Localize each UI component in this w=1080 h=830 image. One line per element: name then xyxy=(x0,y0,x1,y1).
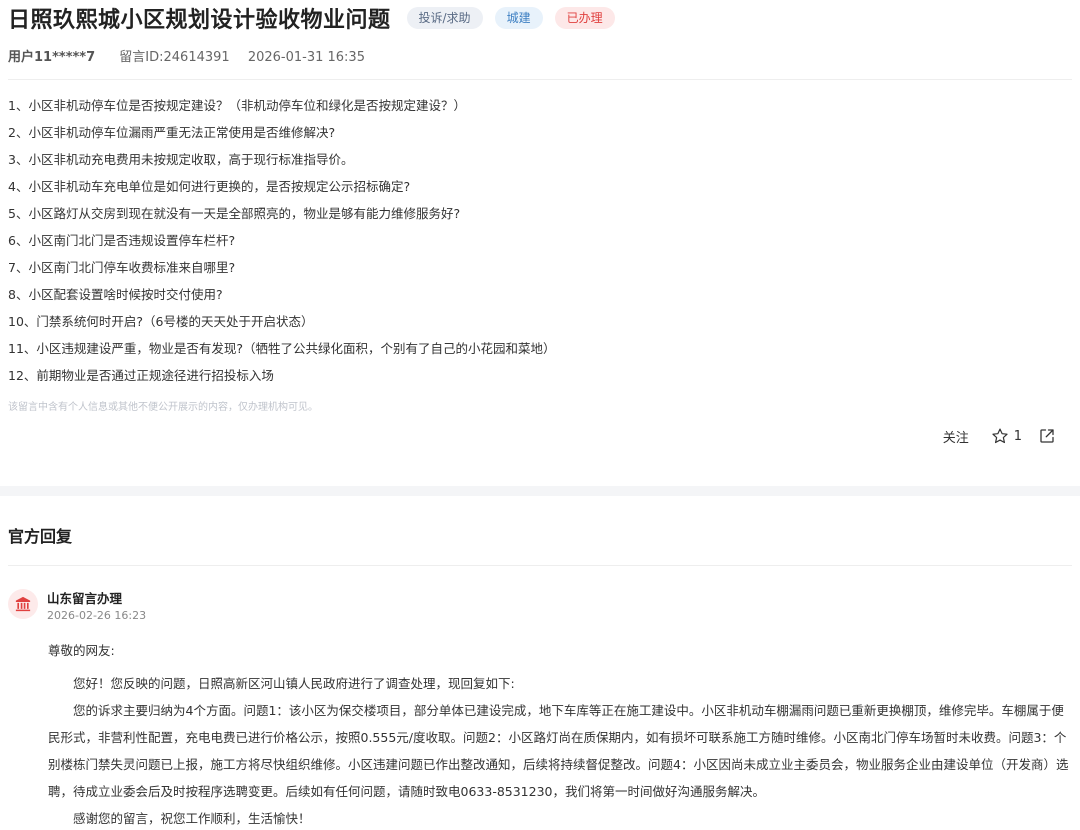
follow-button[interactable]: 关注 xyxy=(943,427,969,446)
user-name: 用户11*****7 xyxy=(8,50,96,65)
section-separator xyxy=(0,486,1080,496)
reply-greeting: 尊敬的网友: xyxy=(48,643,115,658)
page-title: 日照玖熙城小区规划设计验收物业问题 xyxy=(8,8,391,33)
reply-paragraph: 您好！您反映的问题，日照高新区河山镇人民政府进行了调查处理，现回复如下: xyxy=(73,676,515,691)
share-button[interactable] xyxy=(1038,427,1056,445)
question-item: 3、小区非机动充电费用未按规定收取，高于现行标准指导价。 xyxy=(8,152,354,167)
message-card: 日照玖熙城小区规划设计验收物业问题 投诉/求助 城建 已办理 用户11*****… xyxy=(0,0,1080,486)
question-item: 5、小区路灯从交房到现在就没有一天是全部照亮的，物业是够有能力维修服务好? xyxy=(8,206,461,221)
question-item: 10、门禁系统何时开启?（6号楼的天天处于开启状态） xyxy=(8,314,314,329)
message-time: 2026-01-31 16:35 xyxy=(247,50,365,65)
question-list: 1、小区非机动停车位是否按规定建设？（非机动停车位和绿化是否按规定建设？） 2、… xyxy=(8,95,1068,392)
like-count: 1 xyxy=(1013,428,1022,444)
reply-paragraph: 您的诉求主要归纳为4个方面。问题1：该小区为保交楼项目，部分单体已建设完成，地下… xyxy=(48,703,1069,799)
meta-divider xyxy=(8,79,1072,80)
like-button[interactable]: 1 xyxy=(991,427,1022,445)
section-title: 官方回复 xyxy=(8,527,73,546)
question-item: 12、前期物业是否通过正规途径进行招投标入场 xyxy=(8,368,274,383)
share-icon xyxy=(1040,429,1054,443)
message-meta: 用户11*****7 留言ID:24614391 2026-01-31 16:3… xyxy=(8,46,365,65)
reply-time: 2026-02-26 16:23 xyxy=(47,609,147,622)
question-item: 7、小区南门北门停车收费标准来自哪里? xyxy=(8,260,236,275)
title-row: 日照玖熙城小区规划设计验收物业问题 投诉/求助 城建 已办理 xyxy=(8,4,615,33)
action-bar: 关注 1 xyxy=(943,426,1056,446)
reply-header-divider xyxy=(8,565,1072,566)
official-reply-section: 官方回复 山东留言办理 2026-02-26 16:23 尊敬的网友: 您好！您… xyxy=(0,496,1080,830)
question-item: 11、小区违规建设严重，物业是否有发现?（牺牲了公共绿化面积，个别有了自己的小花… xyxy=(8,341,556,356)
category-tag[interactable]: 城建 xyxy=(494,7,543,29)
government-building-icon xyxy=(15,596,31,612)
type-tag[interactable]: 投诉/求助 xyxy=(406,7,483,29)
message-id: 留言ID:24614391 xyxy=(119,50,230,65)
question-item: 1、小区非机动停车位是否按规定建设？（非机动停车位和绿化是否按规定建设？） xyxy=(8,98,466,113)
org-name: 山东留言办理 xyxy=(47,591,123,606)
status-badge: 已办理 xyxy=(554,7,615,29)
privacy-note: 该留言中含有个人信息或其他不便公开展示的内容，仅办理机构可见。 xyxy=(8,402,318,413)
question-item: 4、小区非机动车充电单位是如何进行更换的，是否按规定公示招标确定? xyxy=(8,179,411,194)
question-item: 6、小区南门北门是否违规设置停车栏杆? xyxy=(8,233,236,248)
reply-paragraph: 感谢您的留言，祝您工作顺利，生活愉快！ xyxy=(73,811,311,826)
question-item: 8、小区配套设置啥时候按时交付使用? xyxy=(8,287,223,302)
org-avatar xyxy=(8,589,38,619)
star-icon xyxy=(992,428,1008,444)
question-item: 2、小区非机动停车位漏雨严重无法正常使用是否维修解决? xyxy=(8,125,336,140)
reply-body: 尊敬的网友: 您好！您反映的问题，日照高新区河山镇人民政府进行了调查处理，现回复… xyxy=(48,642,1076,830)
